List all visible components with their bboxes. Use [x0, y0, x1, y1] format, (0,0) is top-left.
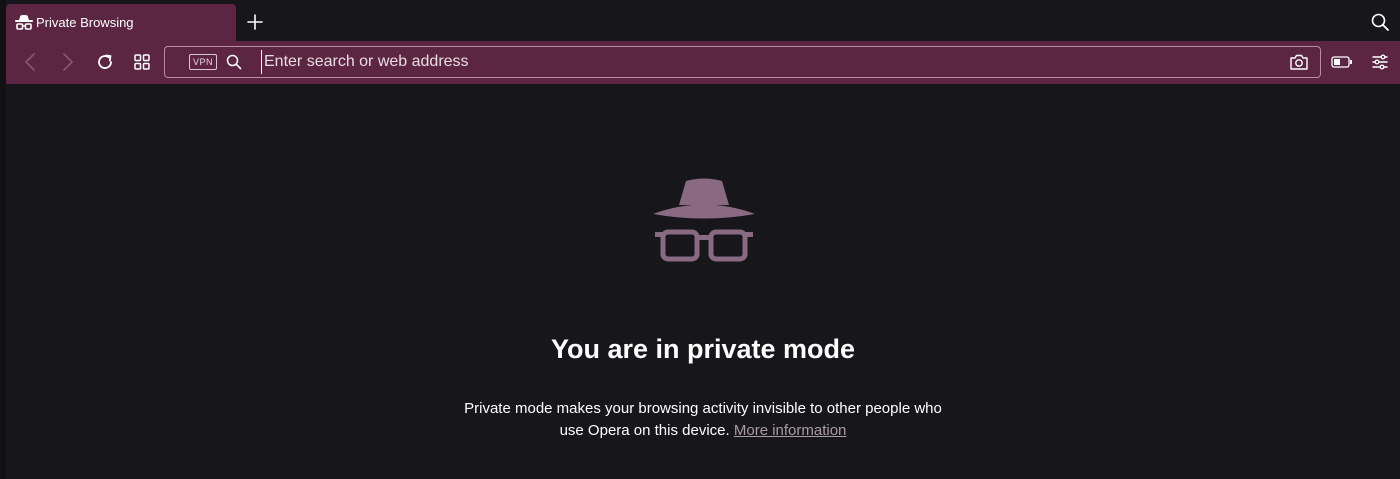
- tab-title: Private Browsing: [36, 15, 134, 30]
- grid-icon[interactable]: [131, 51, 153, 73]
- vpn-badge[interactable]: VPN: [189, 54, 218, 70]
- plus-icon[interactable]: [244, 11, 266, 33]
- camera-icon[interactable]: [1289, 53, 1309, 71]
- incognito-icon: [15, 15, 33, 30]
- chevron-left-icon[interactable]: [20, 51, 42, 73]
- search-icon[interactable]: [1370, 12, 1390, 32]
- address-input[interactable]: [261, 50, 1264, 74]
- tab-private-browsing[interactable]: Private Browsing: [6, 4, 236, 41]
- description-text: Private mode makes your browsing activit…: [464, 400, 942, 439]
- address-bar[interactable]: VPN: [164, 46, 1321, 78]
- toolbar: VPN: [6, 41, 1400, 84]
- page-heading: You are in private mode: [550, 334, 856, 364]
- private-page: You are in private mode Private mode mak…: [6, 84, 1400, 479]
- battery-icon[interactable]: [1331, 55, 1353, 69]
- sliders-icon[interactable]: [1370, 52, 1390, 72]
- chevron-right-icon[interactable]: [56, 51, 78, 73]
- search-icon: [226, 54, 242, 70]
- reload-icon[interactable]: [94, 51, 116, 73]
- more-information-link[interactable]: More information: [734, 422, 847, 439]
- incognito-icon: [653, 178, 755, 262]
- tab-strip: Private Browsing: [0, 0, 1400, 41]
- browser-window: Private Browsing VPN Enter search or web…: [0, 0, 1400, 479]
- page-description: Private mode makes your browsing activit…: [453, 398, 953, 442]
